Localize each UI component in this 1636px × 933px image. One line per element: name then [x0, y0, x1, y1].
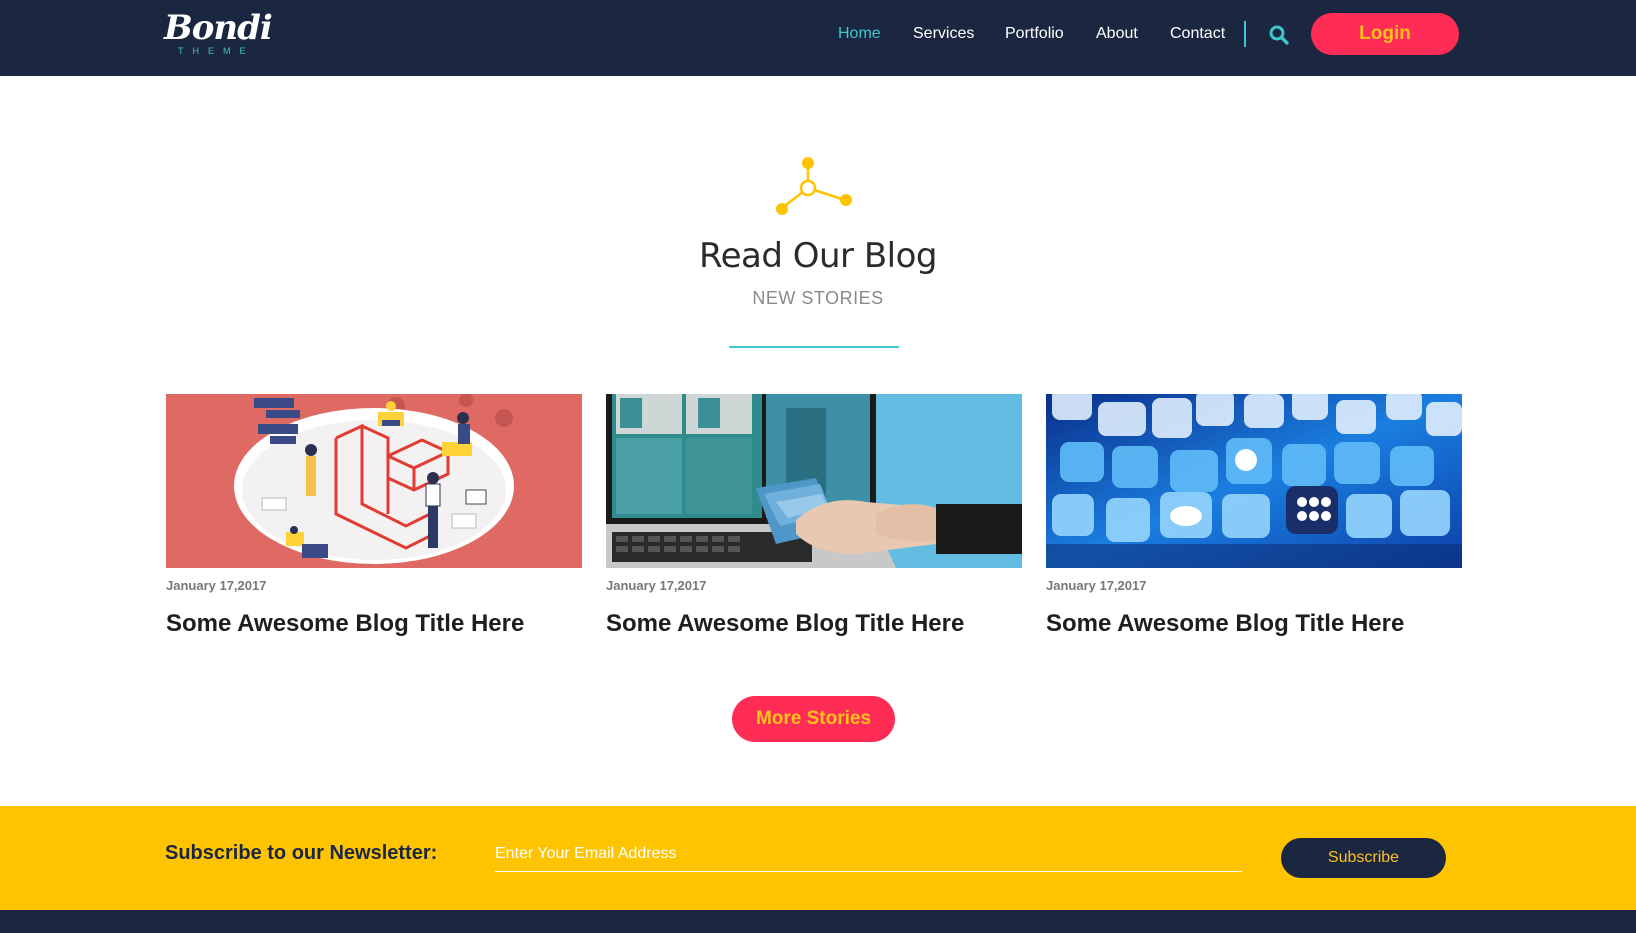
blog-card[interactable]: January 17,2017 Some Awesome Blog Title … [166, 394, 582, 637]
nav-item-services[interactable]: Services [913, 22, 974, 46]
blog-card-title[interactable]: Some Awesome Blog Title Here [1046, 610, 1404, 638]
nav-item-about[interactable]: About [1096, 22, 1138, 46]
newsletter-email-field[interactable] [495, 836, 1242, 872]
blog-card-date: January 17,2017 [166, 578, 267, 593]
brand-logo[interactable]: Bondi THEME [164, 8, 273, 60]
login-button[interactable]: Login [1311, 13, 1459, 55]
molecule-icon [772, 154, 856, 216]
blog-card-image-laravel[interactable] [166, 394, 582, 568]
blog-card-image-design[interactable] [606, 394, 1022, 568]
blog-card-date: January 17,2017 [1046, 578, 1147, 593]
blog-card-image-social-apps[interactable] [1046, 394, 1462, 568]
blog-card-title[interactable]: Some Awesome Blog Title Here [166, 610, 524, 638]
newsletter-label: Subscribe to our Newsletter: [165, 842, 438, 864]
footer-band [0, 910, 1636, 933]
nav-divider [1244, 21, 1246, 47]
blog-card[interactable]: January 17,2017 Some Awesome Blog Title … [606, 394, 1022, 637]
nav-item-home[interactable]: Home [838, 22, 881, 46]
brand-tagline: THEME [178, 46, 255, 56]
blog-card-date: January 17,2017 [606, 578, 707, 593]
brand-name: Bondi [164, 8, 273, 48]
blog-card[interactable]: January 17,2017 Some Awesome Blog Title … [1046, 394, 1462, 637]
section-divider [729, 346, 899, 348]
subscribe-button[interactable]: Subscribe [1281, 838, 1446, 878]
nav-item-portfolio[interactable]: Portfolio [1005, 22, 1064, 46]
search-icon[interactable] [1268, 24, 1290, 46]
nav-item-contact[interactable]: Contact [1170, 22, 1225, 46]
blog-card-title[interactable]: Some Awesome Blog Title Here [606, 610, 964, 638]
section-title: Read Our Blog [699, 236, 938, 276]
newsletter-section: Subscribe to our Newsletter: Subscribe [0, 806, 1636, 910]
section-subtitle: NEW STORIES [752, 288, 884, 308]
more-stories-button[interactable]: More Stories [732, 696, 895, 742]
navbar: Bondi THEME Home Services Portfolio Abou… [0, 0, 1636, 76]
